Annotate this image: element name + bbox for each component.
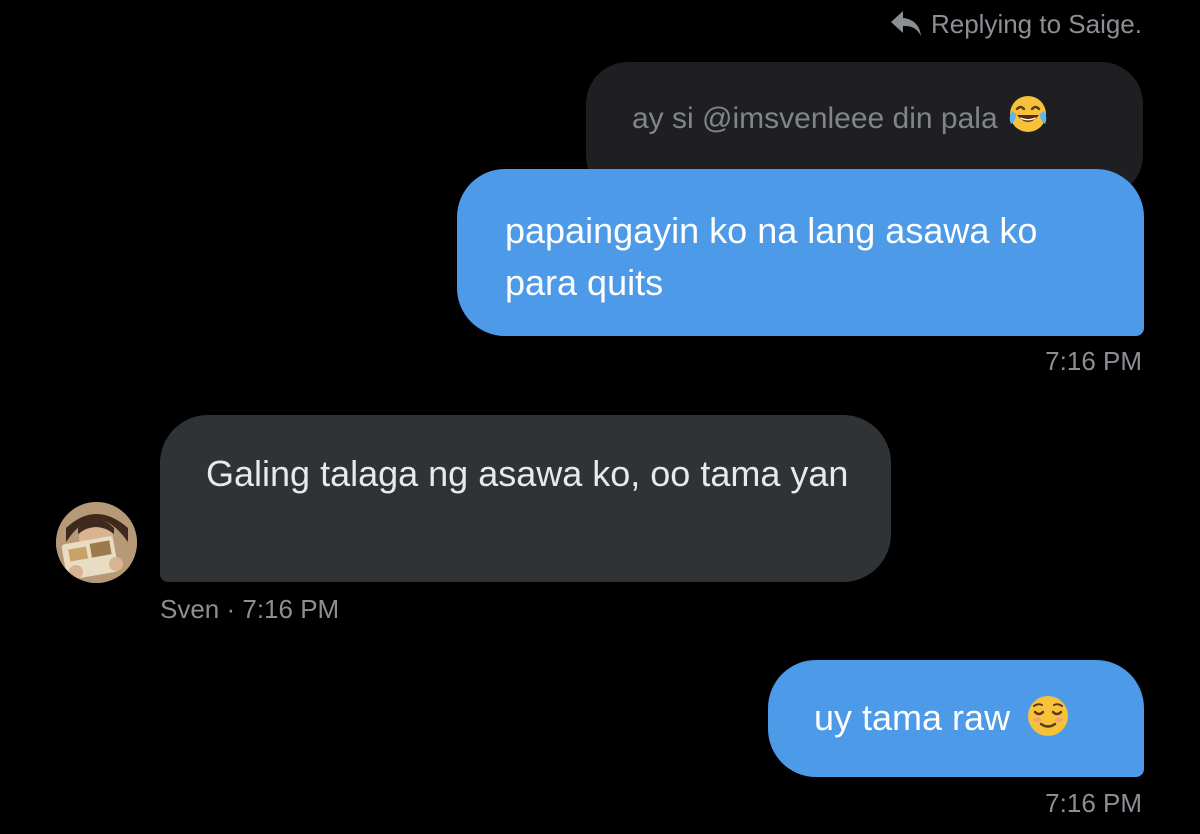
replying-to-text: Replying to Saige. (930, 8, 1142, 39)
avatar[interactable] (56, 502, 137, 583)
quoted-message-text: ay si @imsvenleee din pala (632, 102, 998, 135)
message-timestamp: 7:16 PM (1045, 788, 1142, 818)
sent-message-bubble[interactable]: uy tama raw (768, 660, 1144, 777)
message-timestamp: 7:16 PM (1045, 346, 1142, 376)
reply-arrow-icon (889, 9, 923, 39)
received-message-bubble[interactable]: Galing talaga ng asawa ko, oo tama yan (160, 415, 891, 582)
message-text: papaingayin ko na lang asawa ko para qui… (505, 210, 1038, 303)
sender-name-and-time: Sven · 7:16 PM (160, 594, 340, 624)
sent-message-bubble[interactable]: papaingayin ko na lang asawa ko para qui… (457, 169, 1144, 336)
message-text: Galing talaga ng asawa ko, oo tama yan (206, 453, 849, 494)
message-text: uy tama raw (814, 697, 1011, 738)
replying-to-header[interactable]: Replying to Saige. (889, 6, 1142, 42)
face-with-tears-of-joy-icon (1008, 94, 1048, 142)
relieved-face-icon (1026, 694, 1070, 752)
